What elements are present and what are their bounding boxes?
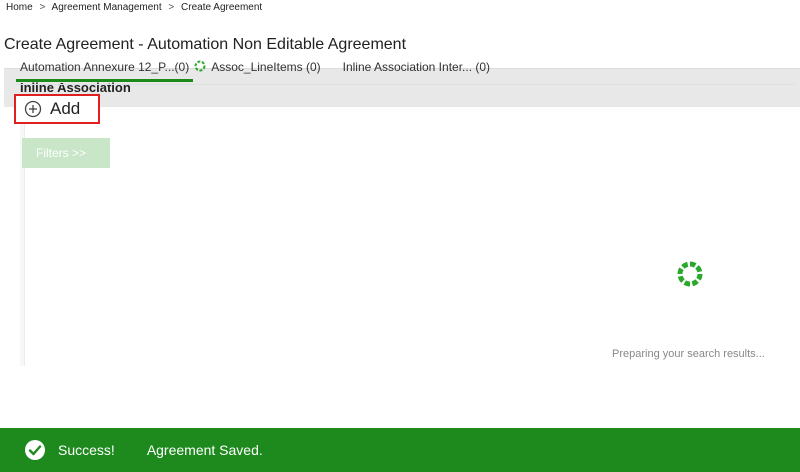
breadcrumb-current: Create Agreement bbox=[181, 2, 263, 13]
tabs-divider bbox=[16, 84, 796, 85]
tab-automation-annexure[interactable]: Automation Annexure 12_P...(0) bbox=[16, 56, 206, 82]
toast-title: Success! bbox=[58, 442, 115, 458]
breadcrumb-separator: > bbox=[39, 2, 46, 13]
success-toast: Success! Agreement Saved. bbox=[0, 428, 800, 472]
results-area bbox=[24, 122, 797, 366]
tab-label: Assoc_LineItems (0) bbox=[211, 60, 321, 74]
tab-label: Inline Association Inter... (0) bbox=[342, 60, 491, 74]
add-button-label: Add bbox=[50, 99, 81, 118]
breadcrumb-home[interactable]: Home bbox=[6, 2, 33, 13]
spinner-icon bbox=[677, 261, 703, 287]
plus-circle-icon bbox=[24, 100, 42, 118]
filters-button[interactable]: Filters >> bbox=[22, 138, 110, 168]
page-title: Create Agreement - Automation Non Editab… bbox=[4, 36, 407, 53]
breadcrumb-separator: > bbox=[168, 2, 175, 13]
search-status-text: Preparing your search results... bbox=[612, 348, 765, 360]
breadcrumb-agreement-management[interactable]: Agreement Management bbox=[52, 2, 162, 13]
toast-message: Agreement Saved. bbox=[146, 442, 263, 458]
spinner-icon bbox=[194, 60, 206, 72]
tab-assoc-lineitems[interactable]: Assoc_LineItems (0) bbox=[207, 56, 324, 82]
add-button[interactable]: Add bbox=[14, 94, 100, 124]
content-area bbox=[20, 122, 797, 366]
breadcrumb: Home > Agreement Management > Create Agr… bbox=[6, 2, 262, 13]
tab-label: Automation Annexure 12_P...(0) bbox=[20, 60, 190, 74]
check-circle-icon bbox=[25, 440, 45, 460]
association-tabs: Automation Annexure 12_P...(0) Assoc_Lin… bbox=[16, 56, 508, 84]
tab-inline-association-inter[interactable]: Inline Association Inter... (0) bbox=[339, 56, 494, 82]
